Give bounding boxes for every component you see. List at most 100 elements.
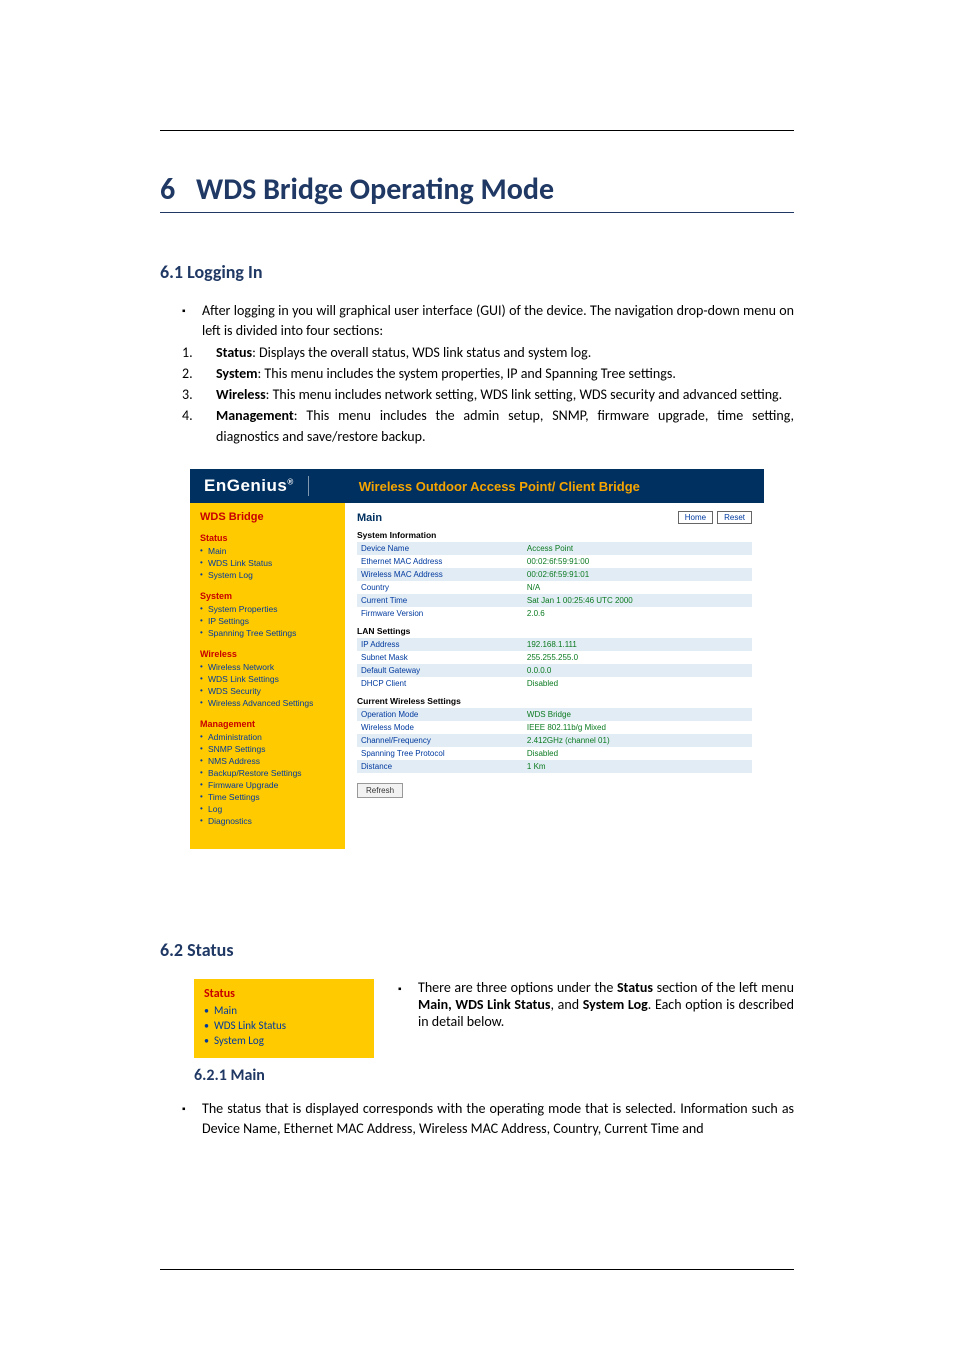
main-status-bullet: ▪ The status that is displayed correspon… (182, 1099, 794, 1140)
nav-item[interactable]: Wireless Network (200, 661, 335, 673)
table-row: Operation ModeWDS Bridge (357, 708, 752, 721)
sidebar: WDS Bridge StatusMainWDS Link StatusSyst… (190, 503, 345, 849)
nav-head: Management (200, 719, 335, 729)
cell-value: 1 Km (523, 760, 752, 773)
nav-item[interactable]: Main (200, 545, 335, 557)
nav-head: Wireless (200, 649, 335, 659)
cell-key: Country (357, 581, 523, 594)
nav-head: Status (200, 533, 335, 543)
status-head: Status (204, 987, 364, 1001)
cell-value: WDS Bridge (523, 708, 752, 721)
cell-value: 255.255.255.0 (523, 651, 752, 664)
table-label: System Information (357, 530, 752, 540)
chapter-number: 6 (160, 171, 175, 208)
nav-item[interactable]: WDS Security (200, 685, 335, 697)
cell-key: Channel/Frequency (357, 734, 523, 747)
table-row: IP Address192.168.1.111 (357, 638, 752, 651)
nav-item[interactable]: NMS Address (200, 755, 335, 767)
cell-key: DHCP Client (357, 677, 523, 690)
bullet-mark: ▪ (182, 1099, 202, 1140)
cell-key: Default Gateway (357, 664, 523, 677)
cell-key: Operation Mode (357, 708, 523, 721)
numbered-item: 3.Wireless: This menu includes network s… (182, 385, 794, 405)
cell-key: IP Address (357, 638, 523, 651)
app-header: EnGenius® Wireless Outdoor Access Point/… (190, 469, 764, 503)
cell-value: 0.0.0.0 (523, 664, 752, 677)
table-row: Device NameAccess Point (357, 542, 752, 555)
cell-value: Disabled (523, 747, 752, 760)
cell-key: Current Time (357, 594, 523, 607)
top-rule (160, 130, 794, 131)
cell-key: Wireless Mode (357, 721, 523, 734)
home-button[interactable]: Home (678, 511, 713, 524)
cell-key: Wireless MAC Address (357, 568, 523, 581)
num-mark: 2. (182, 364, 216, 384)
num-text: Wireless: This menu includes network set… (216, 385, 794, 405)
table-row: Default Gateway0.0.0.0 (357, 664, 752, 677)
content-panel: Main Home Reset System Information Device… (345, 503, 764, 849)
nav-group: Status MainWDS Link StatusSystem Log (200, 533, 335, 581)
status-description: ▪ There are three options under the Stat… (398, 979, 794, 1030)
section-6-2-heading: 6.2 Status (160, 939, 794, 961)
numbered-item: 1.Status: Displays the overall status, W… (182, 343, 794, 363)
main-status-text: The status that is displayed corresponds… (202, 1099, 794, 1140)
operating-mode-title: WDS Bridge (200, 511, 335, 523)
nav-group: Wireless Wireless NetworkWDS Link Setting… (200, 649, 335, 709)
num-text: Status: Displays the overall status, WDS… (216, 343, 794, 363)
nav-item[interactable]: Administration (200, 731, 335, 743)
content-title: Main (357, 512, 674, 524)
reset-button[interactable]: Reset (717, 511, 752, 524)
table-row: Wireless MAC Address00:02:6f:59:91:01 (357, 568, 752, 581)
num-text: System: This menu includes the system pr… (216, 364, 794, 384)
brand-logo: EnGenius® (204, 476, 309, 496)
status-nav-item[interactable]: Main (204, 1003, 364, 1018)
intro-bullet: ▪ After logging in you will graphical us… (182, 301, 794, 342)
cell-value: Access Point (523, 542, 752, 555)
nav-item[interactable]: System Properties (200, 603, 335, 615)
info-table: IP Address192.168.1.111Subnet Mask255.25… (357, 638, 752, 690)
cell-key: Device Name (357, 542, 523, 555)
table-row: Subnet Mask255.255.255.0 (357, 651, 752, 664)
table-row: Current TimeSat Jan 1 00:25:46 UTC 2000 (357, 594, 752, 607)
bottom-rule (160, 1269, 794, 1270)
cell-value: 00:02:6f:59:91:00 (523, 555, 752, 568)
nav-item[interactable]: WDS Link Status (200, 557, 335, 569)
nav-item[interactable]: Firmware Upgrade (200, 779, 335, 791)
cell-value: Disabled (523, 677, 752, 690)
nav-item[interactable]: System Log (200, 569, 335, 581)
cell-value: IEEE 802.11b/g Mixed (523, 721, 752, 734)
nav-item[interactable]: Diagnostics (200, 815, 335, 827)
table-row: Distance1 Km (357, 760, 752, 773)
nav-head: System (200, 591, 335, 601)
chapter-title: WDS Bridge Operating Mode (196, 171, 554, 208)
status-nav-item[interactable]: WDS Link Status (204, 1018, 364, 1033)
cell-value: 192.168.1.111 (523, 638, 752, 651)
nav-item[interactable]: Wireless Advanced Settings (200, 697, 335, 709)
table-row: Channel/Frequency2.412GHz (channel 01) (357, 734, 752, 747)
nav-item[interactable]: Time Settings (200, 791, 335, 803)
cell-key: Firmware Version (357, 607, 523, 620)
section-6-2-1-heading: 6.2.1 Main (194, 1066, 794, 1085)
cell-value: 2.0.6 (523, 607, 752, 620)
numbered-item: 4.Management: This menu includes the adm… (182, 406, 794, 447)
status-nav-item[interactable]: System Log (204, 1033, 364, 1048)
nav-group: Management AdministrationSNMP SettingsNMS… (200, 719, 335, 827)
table-label: Current Wireless Settings (357, 696, 752, 706)
nav-item[interactable]: Log (200, 803, 335, 815)
nav-item[interactable]: IP Settings (200, 615, 335, 627)
nav-item[interactable]: WDS Link Settings (200, 673, 335, 685)
nav-item[interactable]: SNMP Settings (200, 743, 335, 755)
cell-key: Spanning Tree Protocol (357, 747, 523, 760)
table-row: Ethernet MAC Address00:02:6f:59:91:00 (357, 555, 752, 568)
info-table: Operation ModeWDS BridgeWireless ModeIEE… (357, 708, 752, 773)
nav-item[interactable]: Backup/Restore Settings (200, 767, 335, 779)
section-6-1-heading: 6.1 Logging In (160, 261, 794, 283)
table-row: Spanning Tree ProtocolDisabled (357, 747, 752, 760)
cell-key: Distance (357, 760, 523, 773)
cell-key: Ethernet MAC Address (357, 555, 523, 568)
cell-key: Subnet Mask (357, 651, 523, 664)
cell-value: 00:02:6f:59:91:01 (523, 568, 752, 581)
refresh-button[interactable]: Refresh (357, 783, 403, 798)
nav-item[interactable]: Spanning Tree Settings (200, 627, 335, 639)
table-row: CountryN/A (357, 581, 752, 594)
